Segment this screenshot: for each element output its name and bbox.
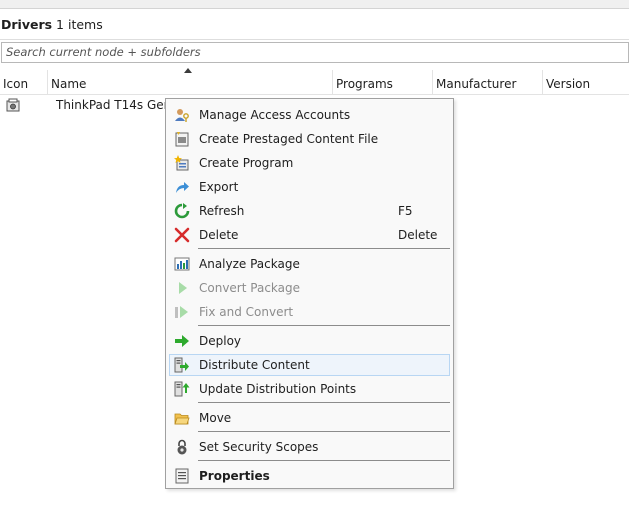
refresh-icon	[174, 203, 190, 219]
column-header-programs[interactable]: Programs	[333, 70, 433, 94]
update-dp-icon	[174, 381, 190, 397]
menu-item-fix-and-convert[interactable]: Fix and Convert	[169, 301, 450, 323]
column-header-version[interactable]: Version	[543, 70, 629, 94]
menu-item-move[interactable]: Move	[169, 407, 450, 429]
move-folder-icon	[174, 410, 190, 426]
menu-item-properties[interactable]: Properties	[169, 465, 450, 487]
menu-item-label: Move	[199, 411, 232, 425]
menu-item-label: Manage Access Accounts	[199, 108, 351, 122]
row-name: ThinkPad T14s Gen 5	[56, 98, 183, 112]
menu-item-label: Distribute Content	[199, 358, 310, 372]
node-header: Drivers 1 items	[0, 9, 629, 40]
item-count: 1 items	[56, 17, 103, 32]
menu-item-export[interactable]: Export	[169, 176, 450, 198]
list-header: Icon Name Programs Manufacturer Version	[0, 70, 629, 95]
menu-item-label: Deploy	[199, 334, 242, 348]
menu-item-label: Fix and Convert	[199, 305, 294, 319]
menu-item-analyze-package[interactable]: Analyze Package	[169, 253, 450, 275]
menu-separator	[198, 402, 450, 403]
menu-item-convert-package[interactable]: Convert Package	[169, 277, 450, 299]
search-input[interactable]	[2, 43, 620, 60]
menu-item-label: Refresh	[199, 204, 245, 218]
menu-item-create-program[interactable]: Create Program	[169, 152, 450, 174]
menu-item-label: Set Security Scopes	[199, 440, 319, 454]
menu-item-label: Properties	[199, 469, 270, 483]
node-name: Drivers	[1, 17, 53, 32]
column-header-icon[interactable]: Icon	[0, 70, 48, 94]
menu-item-set-security-scopes[interactable]: Set Security Scopes	[169, 436, 450, 458]
fix-convert-icon	[174, 304, 190, 320]
analyze-chart-icon	[174, 256, 190, 272]
menu-separator	[198, 460, 450, 461]
distribute-content-icon	[174, 357, 190, 373]
convert-icon	[174, 280, 190, 296]
menu-item-label: Delete	[199, 228, 239, 242]
menu-item-refresh[interactable]: Refresh F5	[169, 200, 450, 222]
key-user-icon	[174, 107, 190, 123]
menu-item-shortcut: Delete	[398, 228, 438, 242]
menu-item-shortcut: F5	[398, 204, 413, 218]
menu-item-manage-access-accounts[interactable]: Manage Access Accounts	[169, 104, 450, 126]
menu-separator	[198, 431, 450, 432]
menu-item-deploy[interactable]: Deploy	[169, 330, 450, 352]
menu-separator	[198, 325, 450, 326]
search-box[interactable]	[1, 42, 629, 63]
menu-item-label: Update Distribution Points	[199, 382, 357, 396]
menu-item-update-distribution-points[interactable]: Update Distribution Points	[169, 378, 450, 400]
export-arrow-icon	[174, 179, 190, 195]
prestaged-content-icon	[174, 131, 190, 147]
column-header-name[interactable]: Name	[48, 70, 333, 94]
menu-item-label: Create Program	[199, 156, 294, 170]
deploy-arrow-icon	[174, 333, 190, 349]
menu-item-label: Analyze Package	[199, 257, 300, 271]
menu-item-delete[interactable]: Delete Delete	[169, 224, 450, 246]
create-program-icon	[174, 155, 190, 171]
column-header-manufacturer[interactable]: Manufacturer	[433, 70, 543, 94]
menu-item-label: Create Prestaged Content File	[199, 132, 379, 146]
top-strip	[0, 0, 629, 9]
menu-item-label: Convert Package	[199, 281, 301, 295]
menu-item-distribute-content[interactable]: Distribute Content	[169, 354, 450, 376]
driver-package-icon	[6, 98, 20, 112]
menu-item-create-prestaged-content-file[interactable]: Create Prestaged Content File	[169, 128, 450, 150]
page-title: Drivers 1 items	[1, 17, 103, 32]
properties-icon	[174, 468, 190, 484]
menu-separator	[198, 248, 450, 249]
security-lock-icon	[174, 439, 190, 455]
delete-x-icon	[174, 227, 190, 243]
menu-item-label: Export	[199, 180, 239, 194]
context-menu: Manage Access Accounts Create Prestaged …	[165, 98, 454, 489]
